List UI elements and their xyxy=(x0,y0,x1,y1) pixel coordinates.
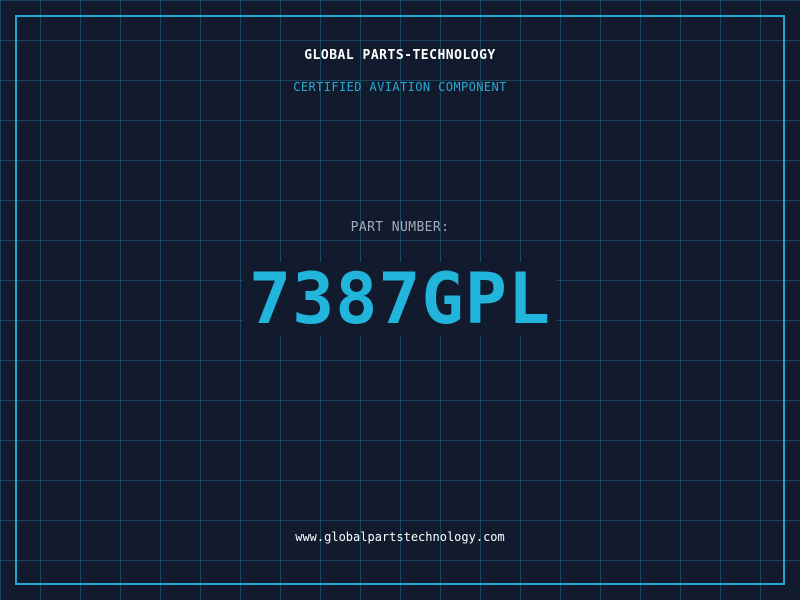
certification-subtitle: CERTIFIED AVIATION COMPONENT xyxy=(293,80,507,94)
brand-title: GLOBAL PARTS-TECHNOLOGY xyxy=(304,48,496,63)
part-number-label: PART NUMBER: xyxy=(350,220,450,235)
part-number-container: 7387GPL xyxy=(0,262,800,336)
certificate-canvas: GLOBAL PARTS-TECHNOLOGY CERTIFIED AVIATI… xyxy=(0,0,800,600)
part-number-value: 7387GPL xyxy=(242,262,557,336)
website-url: www.globalpartstechnology.com xyxy=(295,530,505,544)
